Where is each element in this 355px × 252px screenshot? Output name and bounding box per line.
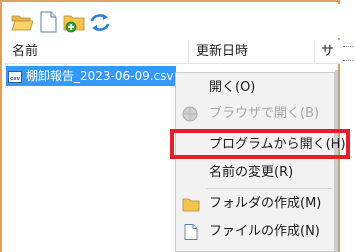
menu-item-create-folder[interactable]: フォルダの作成(M) [176,191,334,217]
menu-item-label: フォルダの作成(M) [209,196,322,211]
menu-separator [206,129,332,130]
menu-item-create-file[interactable]: ファイルの作成(N) [176,219,334,245]
toolbar [4,4,340,38]
menu-item-label: ブラウザで開く(B) [209,106,320,121]
open-folder-icon[interactable] [10,10,34,34]
csv-file-icon: csv [8,69,22,83]
menu-item-label: 名前の変更(R) [209,165,294,180]
file-name: 棚卸報告_2023-06-09.csv [26,69,174,83]
menu-shadow [335,70,340,252]
column-separator[interactable] [314,40,315,63]
column-modified[interactable]: 更新日時 [196,40,248,63]
folder-icon [182,196,200,212]
browser-icon [182,106,200,122]
svg-text:csv: csv [10,76,21,82]
column-separator[interactable] [188,40,189,63]
context-menu: 開く(O) ブラウザで開く(B) プログラムから開く(H) 名前の変更(R) フ… [175,72,346,252]
menu-item-rename[interactable]: 名前の変更(R) [176,160,334,186]
column-header: 名前 更新日時 サ [4,40,340,64]
menu-item-open[interactable]: 開く(O) [176,75,334,101]
menu-item-label: ファイルの作成(N) [209,224,320,239]
refresh-icon[interactable] [88,10,112,34]
divider [343,46,353,47]
menu-item-label: 開く(O) [209,80,256,95]
column-name[interactable]: 名前 [12,40,38,63]
column-size[interactable]: サ [321,40,334,63]
menu-item-open-with[interactable]: プログラムから開く(H) [176,132,346,158]
menu-item-open-in-browser: ブラウザで開く(B) [176,101,334,127]
divider [343,60,353,61]
file-icon [182,224,200,240]
menu-item-label: プログラムから開く(H) [209,137,346,152]
new-file-icon[interactable] [36,10,60,34]
right-panel-edge [340,0,355,252]
menu-separator [206,188,332,189]
new-folder-icon[interactable] [62,10,86,34]
